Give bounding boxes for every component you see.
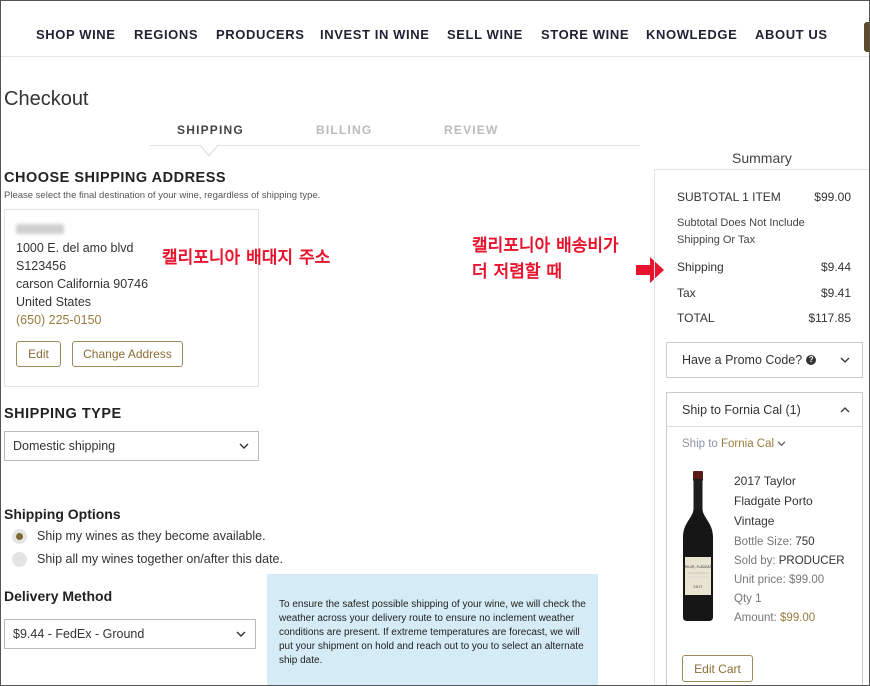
shipping-address-heading: CHOOSE SHIPPING ADDRESS [4, 170, 227, 186]
product-name: 2017 Taylor Fladgate Porto Vintage [734, 474, 813, 528]
redacted-name [16, 224, 64, 234]
amount-label: Amount: [734, 612, 777, 624]
chevron-down-icon [239, 443, 249, 449]
address-card[interactable]: 1000 E. del amo blvd S123456 carson Cali… [4, 209, 259, 387]
radio-unchecked[interactable] [12, 551, 27, 567]
radio-checked[interactable] [12, 528, 27, 544]
steps-divider [150, 145, 640, 146]
edit-address-button[interactable]: Edit [16, 341, 61, 367]
ship-to-location: Fornia Cal [721, 438, 775, 450]
ship-to-toggle[interactable]: Ship to Fornia Cal (1) [667, 393, 862, 427]
ship-to-location-dropdown[interactable]: Ship to Fornia Cal [682, 438, 786, 450]
summary-panel: SUBTOTAL 1 ITEM $99.00 Subtotal Does Not… [654, 169, 870, 686]
shipping-address-subtext: Please select the final destination of y… [4, 190, 321, 201]
address-line: United States [16, 295, 92, 309]
wine-bottle-image: TAYLOR, FLADGATE 2017 [682, 471, 714, 621]
summary-total-row: TOTAL $117.85 [677, 311, 851, 325]
nav-sell-wine[interactable]: SELL WINE [447, 27, 523, 42]
top-navigation: SHOP WINE REGIONS PRODUCERS INVEST IN WI… [0, 0, 870, 57]
shipping-value: $9.44 [820, 260, 851, 274]
header-account-button-edge[interactable] [864, 22, 870, 52]
change-address-button[interactable]: Change Address [72, 341, 183, 367]
nav-shop-wine[interactable]: SHOP WINE [36, 27, 116, 42]
shipping-type-value: Domestic shipping [13, 439, 116, 453]
ship-to-accordion: Ship to Fornia Cal (1) Ship to Fornia Ca… [666, 392, 863, 686]
radio-label: Ship my wines as they become available. [37, 529, 266, 543]
summary-subtotal-row: SUBTOTAL 1 ITEM $99.00 [677, 190, 851, 204]
chevron-down-icon [236, 631, 246, 637]
weather-info-box: To ensure the safest possible shipping o… [267, 574, 598, 686]
promo-code-label: Have a Promo Code? [682, 353, 803, 367]
product-unit-price: Unit price: $99.00 [734, 574, 825, 586]
bottle-label-text: TAYLOR, FLADGATE [682, 565, 714, 569]
radio-label: Ship all my wines together on/after this… [37, 552, 283, 566]
nav-regions[interactable]: REGIONS [134, 27, 198, 42]
annotation-shipping-note-2: 더 저렴할 때 [472, 262, 563, 282]
shipping-option-together[interactable]: Ship all my wines together on/after this… [12, 551, 283, 567]
shipping-option-available[interactable]: Ship my wines as they become available. [12, 528, 266, 544]
address-line: carson California 90746 [16, 277, 149, 291]
nav-knowledge[interactable]: KNOWLEDGE [646, 27, 737, 42]
shipping-label: Shipping [677, 260, 724, 274]
help-icon[interactable]: ? [806, 355, 817, 365]
product-bottle-size: Bottle Size: 750 [734, 536, 815, 548]
nav-producers[interactable]: PRODUCERS [216, 27, 304, 42]
delivery-method-heading: Delivery Method [4, 588, 113, 604]
nav-about-us[interactable]: ABOUT US [755, 27, 828, 42]
chevron-down-icon [777, 441, 786, 447]
address-phone: (650) 225-0150 [16, 313, 102, 327]
ship-to-header: Ship to Fornia Cal (1) [682, 402, 801, 417]
step-shipping[interactable]: SHIPPING [177, 123, 244, 137]
product-amount: Amount: $99.00 [734, 612, 815, 624]
address-line: S123456 [16, 259, 67, 273]
tax-value: $9.41 [820, 286, 851, 300]
sold-by-label: Sold by: [734, 555, 776, 567]
bottle-size-label: Bottle Size: [734, 536, 793, 548]
amount-value: $99.00 [780, 612, 816, 624]
delivery-method-select[interactable]: $9.44 - FedEx - Ground [4, 619, 256, 649]
total-label: TOTAL [677, 311, 715, 325]
ship-to-prefix: Ship to [682, 438, 718, 450]
tax-label: Tax [677, 286, 696, 300]
step-billing[interactable]: BILLING [316, 123, 372, 137]
sold-by-value: PRODUCER [778, 555, 845, 567]
total-value: $117.85 [808, 311, 852, 325]
edit-cart-button[interactable]: Edit Cart [682, 655, 753, 682]
shipping-type-select[interactable]: Domestic shipping [4, 431, 259, 461]
nav-store-wine[interactable]: STORE WINE [541, 27, 629, 42]
product-sold-by: Sold by: PRODUCER [734, 555, 845, 567]
shipping-type-heading: SHIPPING TYPE [4, 406, 122, 422]
annotation-shipping-note-1: 캘리포니아 배송비가 [472, 236, 619, 256]
page-title: Checkout [4, 88, 89, 110]
delivery-method-value: $9.44 - FedEx - Ground [13, 627, 145, 641]
summary-shipping-row: Shipping $9.44 [677, 260, 851, 274]
nav-invest-in-wine[interactable]: INVEST IN WINE [320, 27, 430, 42]
bottle-size-value: 750 [795, 536, 815, 548]
shipping-options-heading: Shipping Options [4, 506, 121, 522]
bottle-year-text: 2017 [693, 585, 702, 589]
promo-code-toggle[interactable]: Have a Promo Code? ? [667, 343, 862, 377]
promo-code-accordion[interactable]: Have a Promo Code? ? [666, 342, 863, 378]
active-step-caret-icon [200, 145, 218, 157]
subtotal-value: $99.00 [814, 190, 851, 204]
chevron-down-icon [840, 357, 850, 363]
product-qty: Qty 1 [734, 593, 762, 605]
summary-tax-row: Tax $9.41 [677, 286, 851, 300]
chevron-up-icon [840, 407, 850, 413]
subtotal-note: Subtotal Does Not Include Shipping Or Ta… [677, 217, 805, 246]
annotation-address-note: 캘리포니아 배대지 주소 [162, 248, 331, 268]
address-line: 1000 E. del amo blvd [16, 241, 134, 255]
step-review[interactable]: REVIEW [444, 123, 499, 137]
subtotal-label: SUBTOTAL 1 ITEM [677, 190, 781, 204]
summary-heading: Summary [732, 150, 792, 166]
